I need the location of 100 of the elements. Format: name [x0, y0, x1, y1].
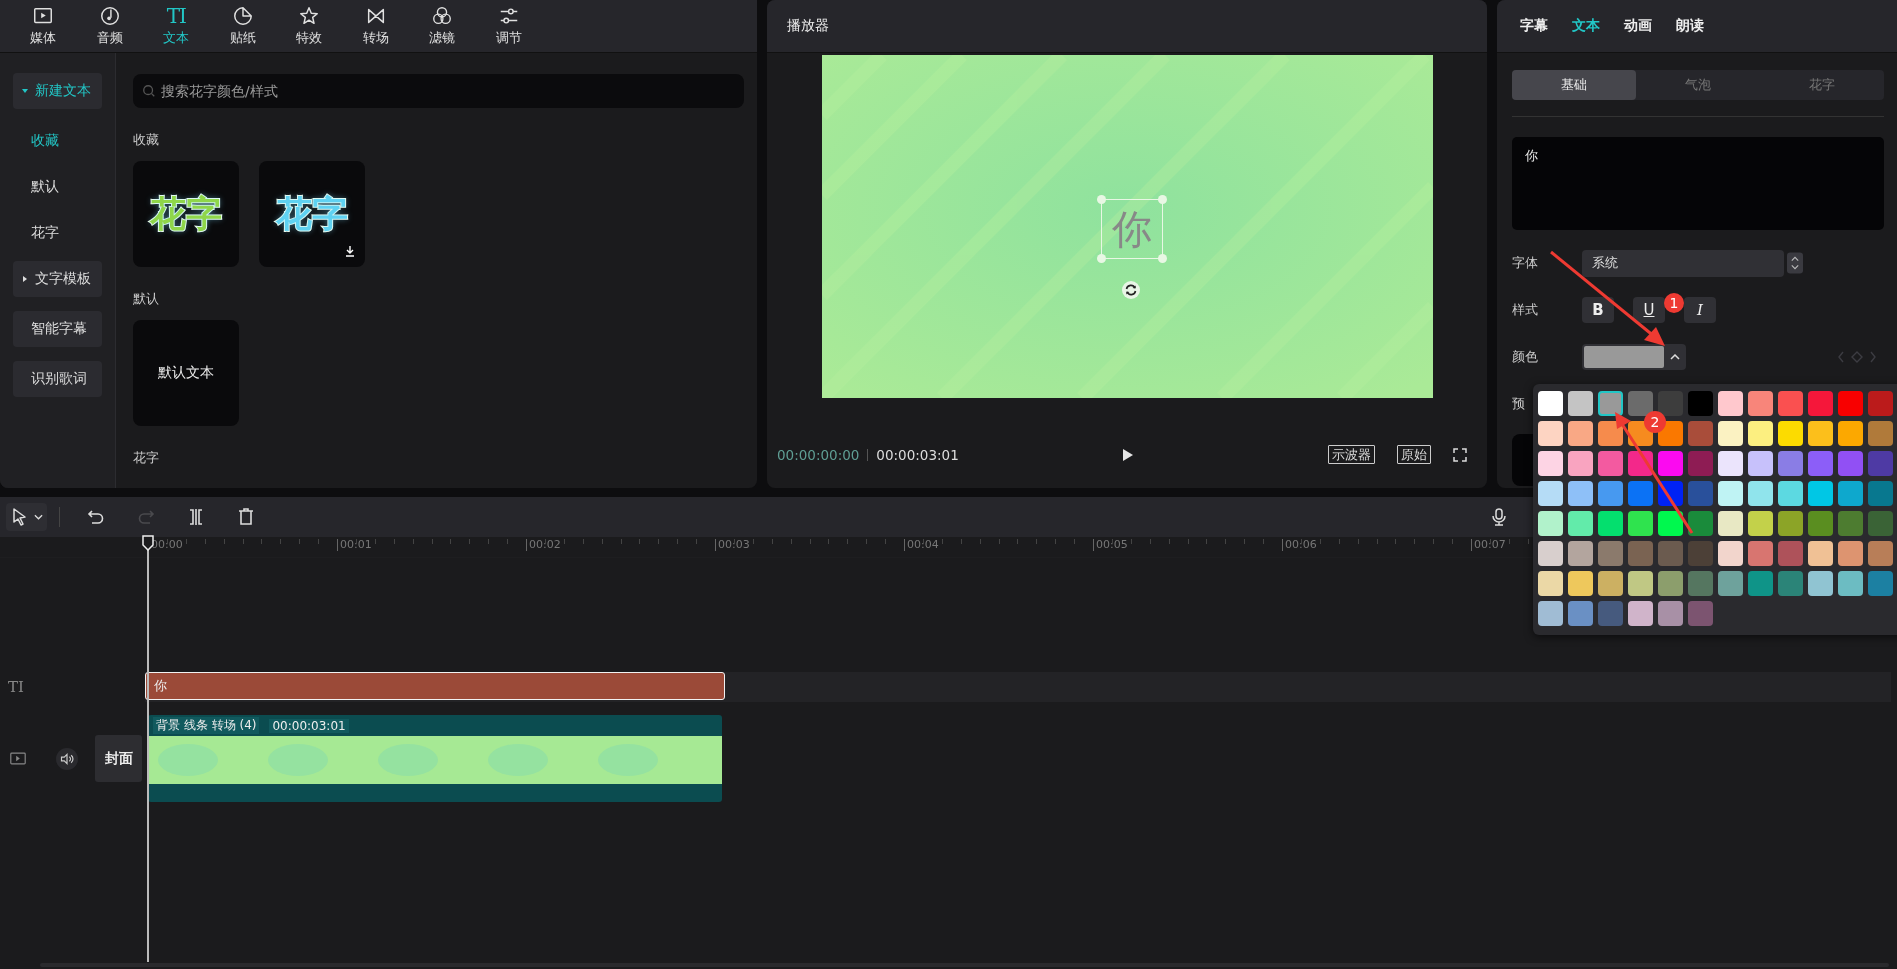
color-swatch[interactable] [1538, 601, 1563, 626]
color-swatch[interactable] [1748, 541, 1773, 566]
color-swatch[interactable] [1868, 391, 1893, 416]
video-clip[interactable]: 背景 线条 转场 (4) 00:00:03:01 [148, 715, 722, 802]
microphone-icon[interactable] [1489, 507, 1509, 527]
media-tab[interactable]: 调节 [475, 0, 542, 52]
color-swatch[interactable] [1868, 511, 1893, 536]
color-swatch[interactable] [1658, 451, 1683, 476]
color-swatch[interactable] [1838, 511, 1863, 536]
inspector-tab[interactable]: 文本 [1572, 17, 1600, 35]
color-swatch[interactable] [1628, 571, 1653, 596]
color-swatch[interactable] [1748, 481, 1773, 506]
color-swatch[interactable] [1718, 421, 1743, 446]
color-swatch[interactable] [1568, 391, 1593, 416]
color-swatch[interactable] [1658, 601, 1683, 626]
media-tab[interactable]: 贴纸 [209, 0, 276, 52]
sidebar-item[interactable]: 默认 [13, 169, 102, 205]
color-swatch[interactable] [1718, 451, 1743, 476]
color-swatch[interactable] [1568, 421, 1593, 446]
color-swatch[interactable] [1718, 571, 1743, 596]
text-style-card[interactable]: 花字 [133, 161, 239, 267]
color-swatch[interactable] [1688, 511, 1713, 536]
text-style-button[interactable]: B [1582, 297, 1614, 323]
media-tab[interactable]: 转场 [342, 0, 409, 52]
media-tab[interactable]: 媒体 [10, 0, 77, 52]
color-swatch[interactable] [1778, 421, 1803, 446]
font-select[interactable]: 系统 [1582, 249, 1784, 277]
color-swatch[interactable] [1778, 391, 1803, 416]
color-swatch[interactable] [1598, 571, 1623, 596]
color-swatch[interactable] [1598, 601, 1623, 626]
color-swatch[interactable] [1598, 481, 1623, 506]
color-swatch[interactable] [1718, 481, 1743, 506]
color-swatch[interactable] [1598, 451, 1623, 476]
color-swatch[interactable] [1868, 421, 1893, 446]
select-tool-button[interactable] [6, 503, 47, 531]
color-swatch[interactable] [1538, 571, 1563, 596]
color-swatch[interactable] [1778, 481, 1803, 506]
color-swatch[interactable] [1568, 541, 1593, 566]
color-swatch[interactable] [1538, 421, 1563, 446]
color-swatch[interactable] [1808, 481, 1833, 506]
color-swatch[interactable] [1688, 571, 1713, 596]
color-swatch[interactable] [1658, 391, 1683, 416]
color-swatch[interactable] [1808, 451, 1833, 476]
text-style-card[interactable]: 花字 [259, 161, 365, 267]
color-swatch[interactable] [1538, 481, 1563, 506]
download-icon[interactable] [344, 245, 356, 257]
color-swatch[interactable] [1568, 601, 1593, 626]
color-picker-button[interactable] [1582, 344, 1686, 370]
rotate-handle-icon[interactable] [1120, 280, 1141, 300]
color-swatch[interactable] [1778, 511, 1803, 536]
view-mode-button[interactable]: 原始 [1397, 445, 1431, 464]
sidebar-item[interactable]: 新建文本 [13, 73, 102, 109]
view-mode-button[interactable]: 示波器 [1328, 445, 1375, 464]
color-swatch[interactable] [1838, 541, 1863, 566]
media-tab[interactable]: 音频 [76, 0, 143, 52]
color-swatch[interactable] [1538, 451, 1563, 476]
segment-tab[interactable]: 基础 [1512, 70, 1636, 100]
inspector-tab[interactable]: 动画 [1624, 17, 1652, 35]
color-swatch[interactable] [1838, 391, 1863, 416]
color-swatch[interactable] [1538, 511, 1563, 536]
color-swatch[interactable] [1658, 571, 1683, 596]
color-swatch[interactable] [1778, 541, 1803, 566]
color-swatch[interactable] [1598, 421, 1623, 446]
color-swatch[interactable] [1778, 571, 1803, 596]
color-swatch[interactable] [1688, 601, 1713, 626]
text-style-button[interactable]: U [1633, 297, 1665, 323]
color-swatch[interactable] [1658, 541, 1683, 566]
color-swatch[interactable] [1838, 421, 1863, 446]
keyframe-nav-icon[interactable] [1837, 350, 1877, 364]
color-swatch[interactable] [1688, 421, 1713, 446]
color-swatch[interactable] [1538, 391, 1563, 416]
undo-icon[interactable] [86, 507, 106, 527]
color-swatch[interactable] [1718, 511, 1743, 536]
color-swatch[interactable] [1688, 541, 1713, 566]
color-swatch[interactable] [1568, 511, 1593, 536]
inspector-tab[interactable]: 字幕 [1520, 17, 1548, 35]
color-swatch[interactable] [1808, 511, 1833, 536]
media-tab[interactable]: 滤镜 [409, 0, 476, 52]
color-swatch[interactable] [1568, 571, 1593, 596]
color-swatch[interactable] [1838, 451, 1863, 476]
color-swatch[interactable] [1568, 451, 1593, 476]
color-swatch[interactable] [1838, 571, 1863, 596]
color-swatch[interactable] [1808, 541, 1833, 566]
play-icon[interactable] [1122, 447, 1134, 462]
color-swatch[interactable] [1808, 391, 1833, 416]
color-swatch[interactable] [1688, 451, 1713, 476]
sidebar-item[interactable]: 智能字幕 [13, 311, 102, 347]
color-swatch[interactable] [1688, 391, 1713, 416]
color-swatch[interactable] [1868, 541, 1893, 566]
sidebar-item[interactable]: 花字 [13, 215, 102, 251]
delete-icon[interactable] [236, 507, 256, 527]
color-swatch[interactable] [1628, 481, 1653, 506]
playhead-handle-icon[interactable] [142, 535, 154, 551]
color-swatch[interactable] [1628, 601, 1653, 626]
color-swatch[interactable] [1628, 511, 1653, 536]
color-swatch[interactable] [1808, 571, 1833, 596]
color-swatch[interactable] [1748, 511, 1773, 536]
sidebar-item[interactable]: 收藏 [13, 123, 102, 159]
color-swatch[interactable] [1598, 511, 1623, 536]
color-swatch[interactable] [1868, 571, 1893, 596]
